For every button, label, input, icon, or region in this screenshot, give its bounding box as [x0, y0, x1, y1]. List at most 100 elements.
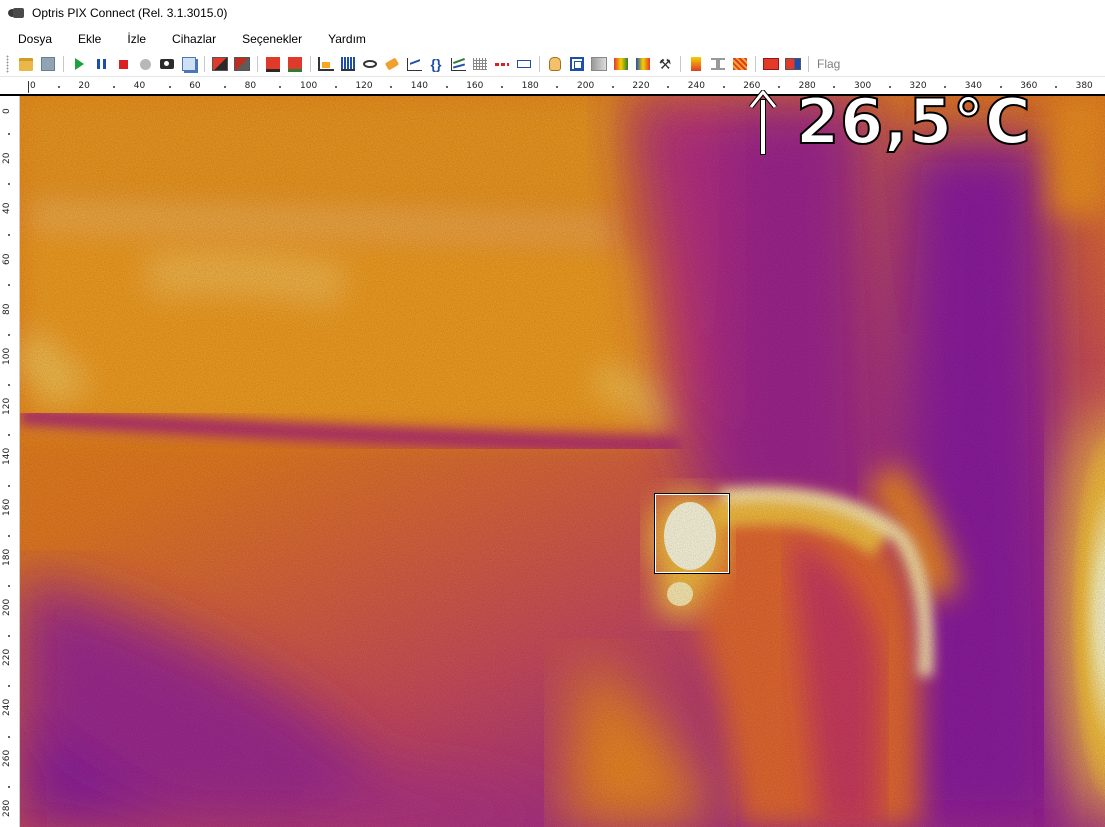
stop-button[interactable] [114, 55, 132, 73]
max-temperature-overlay: 26,5°C [748, 90, 1031, 154]
ruler-left-tick-label: 280 [2, 799, 12, 817]
line-profile-button[interactable] [405, 55, 423, 73]
camera-icon [8, 7, 24, 19]
toolbar-separator [204, 56, 205, 72]
ruler-left-tick-label: 100 [2, 347, 12, 365]
ruler-top-tick-label: 100 [300, 81, 318, 91]
ruler-left-tick-label: 240 [2, 699, 12, 717]
record-button[interactable] [136, 55, 154, 73]
palette-button[interactable] [612, 55, 630, 73]
isotherm-button[interactable] [731, 55, 749, 73]
ruler-top-minor-tick [57, 86, 60, 88]
ruler-left-minor-tick [8, 785, 10, 788]
snapshot-image-alt-button[interactable] [233, 55, 251, 73]
ruler-left-tick-label: 180 [2, 548, 12, 566]
toolbar: {} ⚒ Flag [0, 52, 1105, 77]
menu-secenekler[interactable]: Seçenekler [238, 30, 306, 48]
hand-pan-button[interactable] [546, 55, 564, 73]
mark-measure-alt-button[interactable] [286, 55, 304, 73]
chart-icon [318, 57, 334, 71]
toolbar-separator [63, 56, 64, 72]
max-temperature-value: 26,5°C [795, 85, 1032, 158]
palette-alt-icon [636, 58, 650, 70]
palette-icon [614, 58, 628, 70]
arrow-up-icon [748, 90, 778, 154]
snapshot-image-button[interactable] [211, 55, 229, 73]
save-button[interactable] [39, 55, 57, 73]
ruler-left-minor-tick [8, 283, 10, 286]
ruler-top-minor-tick [611, 86, 614, 88]
ruler-icon [517, 60, 531, 68]
flag-button[interactable]: Flag [817, 57, 840, 71]
tools-button[interactable]: ⚒ [656, 55, 674, 73]
open-folder-button[interactable] [17, 55, 35, 73]
ruler-top-origin-mark [28, 81, 29, 93]
toolbar-separator [755, 56, 756, 72]
ruler-left-minor-tick [8, 635, 10, 638]
ruler-top-minor-tick [667, 86, 670, 88]
grid-button[interactable] [471, 55, 489, 73]
open-folder-icon [19, 57, 33, 71]
ruler-top-tick-label: 140 [410, 81, 428, 91]
ruler-top-tick-label: 220 [632, 81, 650, 91]
toolbar-grip[interactable] [6, 55, 9, 73]
tools-icon: ⚒ [658, 56, 672, 72]
ruler-top-tick-label: 40 [133, 81, 146, 91]
grayscale-button[interactable] [590, 55, 608, 73]
roi-measurement-box[interactable] [655, 494, 729, 573]
ruler-top-tick-label: 20 [78, 81, 90, 91]
thermal-image-view[interactable] [20, 96, 1105, 827]
ruler-left-minor-tick [8, 133, 10, 136]
alarm-box-alt-icon [785, 58, 801, 70]
dashed-line-button[interactable] [493, 55, 511, 73]
menu-ekle[interactable]: Ekle [74, 30, 105, 48]
ruler-top-minor-tick [556, 86, 559, 88]
tag-button[interactable] [383, 55, 401, 73]
toolbar-separator [680, 56, 681, 72]
toolbar-separator [257, 56, 258, 72]
palette-alt-button[interactable] [634, 55, 652, 73]
view-button[interactable] [361, 55, 379, 73]
ruler-left-minor-tick [8, 233, 10, 236]
menu-yardim[interactable]: Yardım [324, 30, 370, 48]
alarm-box-button[interactable] [762, 55, 780, 73]
multi-line-chart-button[interactable] [449, 55, 467, 73]
fit-to-window-button[interactable] [568, 55, 586, 73]
menu-izle[interactable]: İzle [123, 30, 150, 48]
ruler-top-tick-label: 0 [30, 81, 36, 91]
menu-dosya[interactable]: Dosya [14, 30, 56, 48]
snapshot-image-alt-icon [234, 57, 250, 71]
temperature-range-button[interactable] [709, 55, 727, 73]
line-profile-icon [406, 57, 422, 71]
menu-cihazlar[interactable]: Cihazlar [168, 30, 220, 48]
ruler-top-minor-tick [168, 86, 171, 88]
ruler-left-tick-label: 220 [2, 649, 12, 667]
isotherm-icon [733, 58, 747, 70]
snapshot-camera-button[interactable] [158, 55, 176, 73]
ruler-top-minor-tick [334, 86, 337, 88]
mark-measure-button[interactable] [264, 55, 282, 73]
ruler-left-tick-label: 80 [2, 303, 12, 315]
ruler-left-minor-tick [8, 434, 10, 437]
ruler-top-tick-label: 380 [1075, 81, 1093, 91]
alarm-box-alt-button[interactable] [784, 55, 802, 73]
ruler-top-tick-label: 180 [521, 81, 539, 91]
pause-button[interactable] [92, 55, 110, 73]
ruler-left-minor-tick [8, 534, 10, 537]
ruler-button[interactable] [515, 55, 533, 73]
fit-to-window-icon [570, 57, 584, 71]
snapshot-image-icon [212, 57, 228, 71]
color-bar-button[interactable] [687, 55, 705, 73]
ruler-left-minor-tick [8, 384, 10, 387]
ruler-left-tick-label: 20 [2, 152, 12, 165]
ruler-top-tick-label: 80 [244, 81, 257, 91]
ruler-top-minor-tick [722, 86, 725, 88]
ruler-top-tick-label: 60 [189, 81, 201, 91]
copy-button[interactable] [180, 55, 198, 73]
histogram-button[interactable] [339, 55, 357, 73]
ruler-left-tick-label: 160 [2, 498, 12, 516]
ruler-top-minor-tick [500, 86, 503, 88]
play-button[interactable] [70, 55, 88, 73]
chart-button[interactable] [317, 55, 335, 73]
brace-button[interactable]: {} [427, 55, 445, 73]
